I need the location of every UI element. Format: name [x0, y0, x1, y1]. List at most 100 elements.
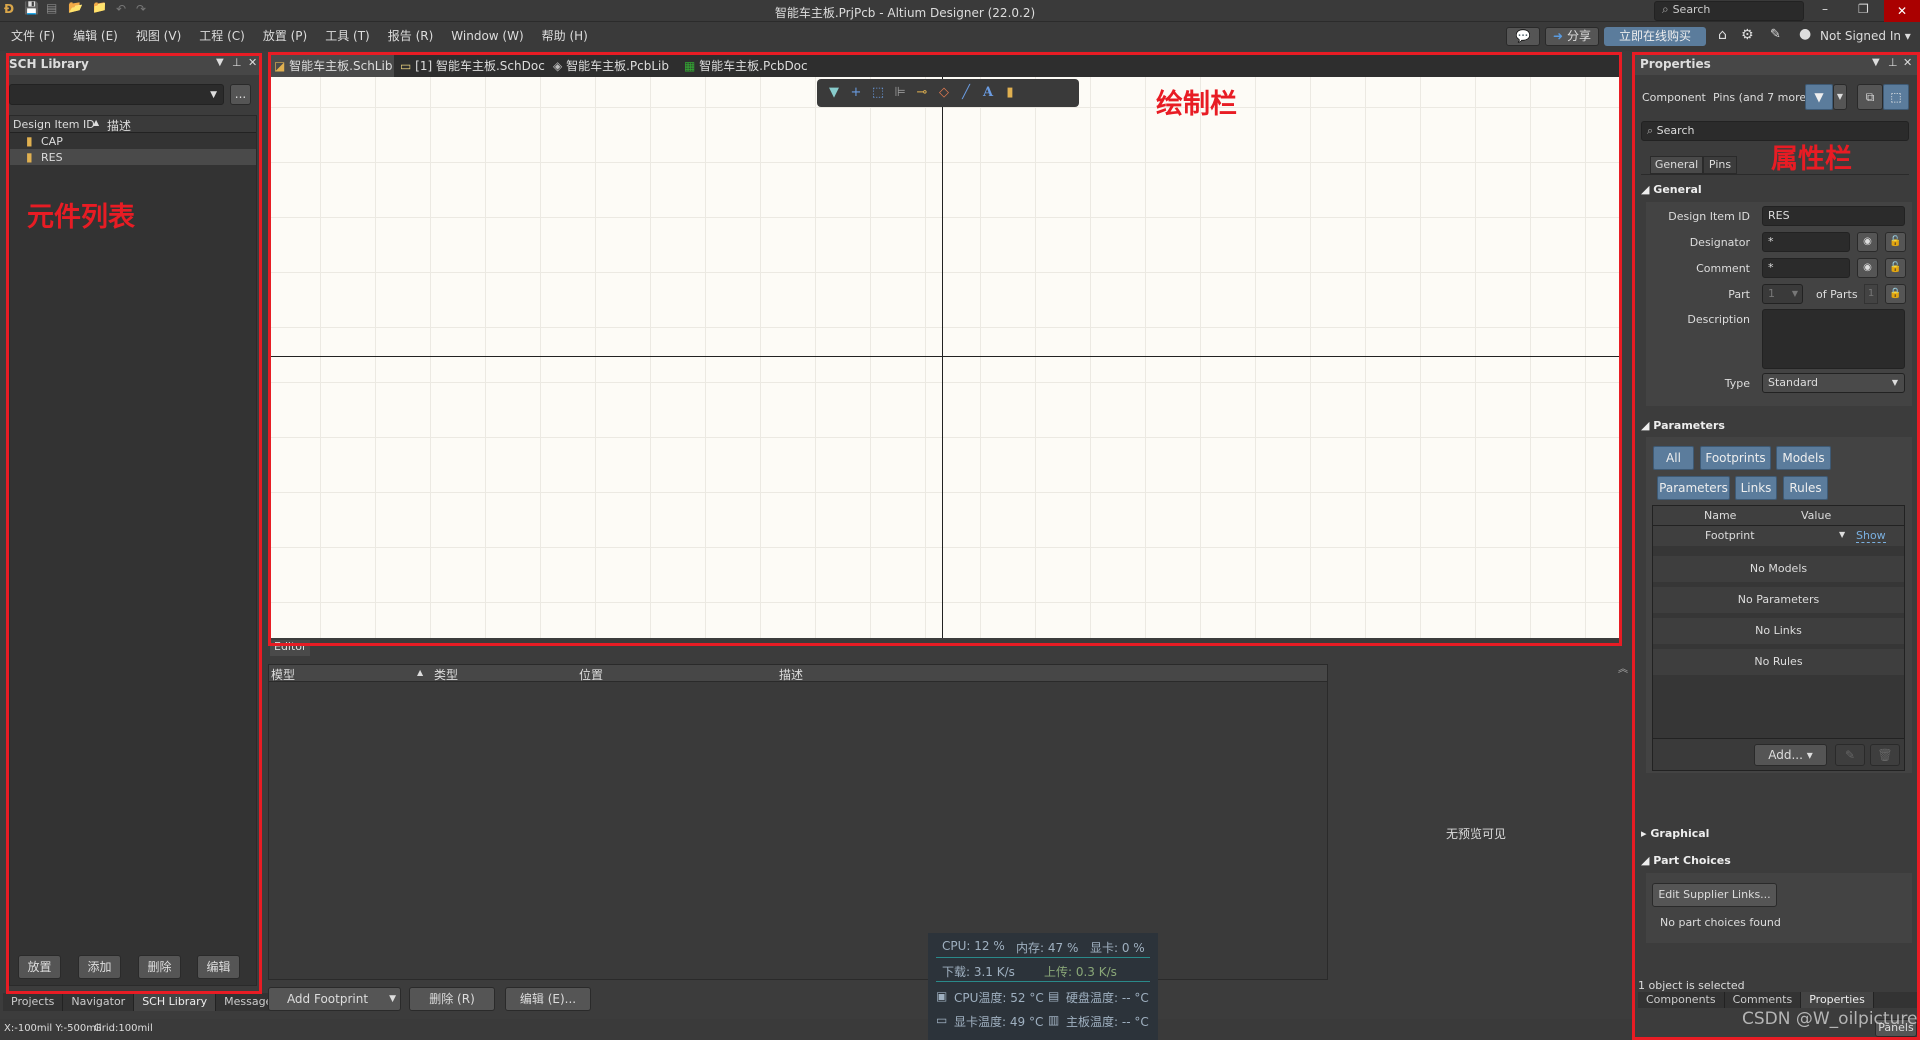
buy-online-button[interactable]: 立即在线购买	[1604, 27, 1706, 46]
browse-button[interactable]: ...	[230, 84, 251, 105]
menu-project[interactable]: 工程 (C)	[190, 22, 254, 51]
delete-footprint-button[interactable]: 删除 (R)	[409, 987, 495, 1011]
description-field[interactable]	[1762, 309, 1905, 369]
filter-icon[interactable]: ▼	[826, 85, 842, 101]
line-icon[interactable]: ╱	[958, 85, 974, 101]
user-menu[interactable]: Not Signed In ▾	[1820, 29, 1911, 43]
lock-icon[interactable]: 🔓	[1885, 232, 1906, 252]
filter-models-button[interactable]: Models	[1776, 446, 1831, 470]
filter-dropdown[interactable]: ▼	[1833, 84, 1847, 110]
tab-sch-library[interactable]: SCH Library	[134, 993, 217, 1011]
menu-reports[interactable]: 报告 (R)	[379, 22, 443, 51]
section-general[interactable]: ◢ General	[1641, 183, 1702, 196]
align-icon[interactable]: ⊫	[892, 85, 908, 101]
part-icon[interactable]: ▮	[1002, 85, 1018, 101]
gear-icon[interactable]: ⚙	[1741, 27, 1754, 43]
tab-schdoc[interactable]: ▭ [1] 智能车主板.SchDoc	[400, 55, 545, 77]
column-design-item-id[interactable]: Design Item ID	[13, 118, 95, 131]
menu-help[interactable]: 帮助 (H)	[533, 22, 597, 51]
section-parameters[interactable]: ◢ Parameters	[1641, 419, 1725, 432]
notifications-icon[interactable]: ✎	[1770, 27, 1781, 42]
section-part-choices[interactable]: ◢ Part Choices	[1641, 854, 1731, 867]
panel-menu-icon[interactable]: ▼	[216, 57, 224, 68]
chevron-down-icon[interactable]: ▼	[1839, 530, 1845, 539]
filter-rules-button[interactable]: Rules	[1783, 476, 1828, 500]
add-parameter-button[interactable]: Add... ▾	[1754, 744, 1827, 766]
title-bar: Ð 💾 ▤ 📂 📁 ↶ ↷ 智能车主板.PrjPcb - Altium Desi…	[0, 0, 1920, 22]
panel-menu-icon[interactable]: ▼	[1872, 57, 1880, 68]
edit-button[interactable]: 编辑	[197, 955, 240, 979]
pin-icon[interactable]: ⊥	[1888, 56, 1898, 69]
filter-button[interactable]: ▼	[1805, 84, 1833, 110]
select-rect-icon[interactable]: ⬚	[870, 85, 886, 101]
edit-footprint-button[interactable]: 编辑 (E)...	[505, 987, 591, 1011]
close-icon[interactable]: ✕	[248, 56, 257, 69]
filter-all-button[interactable]: All	[1653, 446, 1694, 470]
menu-place[interactable]: 放置 (P)	[254, 22, 316, 51]
designator-field[interactable]: *	[1762, 232, 1850, 252]
tab-projects[interactable]: Projects	[3, 993, 64, 1011]
delete-button[interactable]: 删除	[138, 955, 181, 979]
menu-file[interactable]: 文件 (F)	[2, 22, 64, 51]
global-search[interactable]: ⌕ Search	[1654, 1, 1804, 21]
section-graphical[interactable]: ▸ Graphical	[1641, 827, 1709, 840]
component-icon: ▮	[26, 134, 33, 148]
filter-footprints-button[interactable]: Footprints	[1700, 446, 1771, 470]
list-item-selected[interactable]: ▮ RES	[10, 149, 256, 165]
editor-tab[interactable]: Editor	[270, 640, 310, 656]
design-item-id-field[interactable]: RES	[1762, 206, 1905, 226]
tab-schlib[interactable]: ◪ 智能车主板.SchLib	[270, 55, 394, 77]
chevron-down-icon[interactable]: ▼	[389, 988, 396, 1010]
tab-properties[interactable]: Properties	[1801, 992, 1874, 1008]
tab-components[interactable]: Components	[1638, 992, 1725, 1008]
lock-icon[interactable]: 🔓	[1885, 258, 1906, 278]
filter-parameters-button[interactable]: Parameters	[1657, 476, 1730, 500]
close-icon[interactable]: ✕	[1903, 56, 1912, 69]
search-icon: ⌕	[1647, 124, 1654, 137]
pin-icon[interactable]: ⊥	[232, 56, 242, 69]
visibility-eye-icon[interactable]: ◉	[1857, 232, 1878, 252]
show-link[interactable]: Show	[1856, 529, 1886, 543]
menu-window[interactable]: Window (W)	[442, 22, 532, 51]
add-button[interactable]: 添加	[78, 955, 121, 979]
visibility-eye-icon[interactable]: ◉	[1857, 258, 1878, 278]
tab-general[interactable]: General	[1650, 156, 1703, 174]
column-type[interactable]: 类型	[434, 666, 458, 683]
filter-links-button[interactable]: Links	[1735, 476, 1777, 500]
text-icon[interactable]: A	[980, 85, 996, 101]
tab-pcblib[interactable]: ◈ 智能车主板.PcbLib	[553, 55, 669, 77]
place-button[interactable]: 放置	[18, 955, 61, 979]
menu-edit[interactable]: 编辑 (E)	[64, 22, 127, 51]
add-footprint-button[interactable]: Add Footprint ▼	[268, 987, 401, 1011]
column-model[interactable]: 模型	[271, 666, 295, 683]
tab-comments[interactable]: Comments	[1724, 992, 1802, 1008]
home-icon[interactable]: ⌂	[1718, 27, 1727, 43]
list-item[interactable]: ▮ CAP	[10, 133, 256, 149]
column-description[interactable]: 描述	[779, 666, 803, 683]
share-button[interactable]: ➜ 分享	[1545, 27, 1599, 46]
column-location[interactable]: 位置	[579, 666, 603, 683]
close-button[interactable]: ✕	[1884, 0, 1920, 22]
tab-navigator[interactable]: Navigator	[63, 993, 135, 1011]
crosshair-icon[interactable]: +	[848, 85, 864, 101]
lock-icon[interactable]: 🔒	[1885, 284, 1906, 304]
restore-button[interactable]: ❐	[1858, 2, 1869, 16]
edit-supplier-links-button[interactable]: Edit Supplier Links...	[1652, 883, 1777, 907]
tab-pins[interactable]: Pins	[1703, 156, 1737, 174]
select-cursor-button[interactable]: ⬚	[1883, 84, 1909, 110]
pin-icon[interactable]: ⊸	[914, 85, 930, 101]
select-mode-button[interactable]: ⧉	[1857, 84, 1883, 110]
column-description[interactable]: 描述	[107, 117, 131, 134]
comment-button[interactable]: 💬	[1506, 27, 1540, 46]
table-row[interactable]: Footprint ▼ Show	[1653, 526, 1904, 546]
expand-icon[interactable]: ︽	[1618, 660, 1628, 675]
type-select[interactable]: Standard ▼	[1762, 373, 1905, 393]
comment-field[interactable]: *	[1762, 258, 1850, 278]
minimize-button[interactable]: –	[1822, 2, 1828, 16]
library-filter-select[interactable]: ▼	[9, 84, 224, 105]
eraser-icon[interactable]: ◇	[936, 85, 952, 101]
schematic-canvas[interactable]: ▼ + ⬚ ⊫ ⊸ ◇ ╱ A ▮	[269, 77, 1619, 638]
tab-pcbdoc[interactable]: ▦ 智能车主板.PcbDoc	[684, 55, 808, 77]
menu-tools[interactable]: 工具 (T)	[316, 22, 379, 51]
menu-view[interactable]: 视图 (V)	[127, 22, 190, 51]
